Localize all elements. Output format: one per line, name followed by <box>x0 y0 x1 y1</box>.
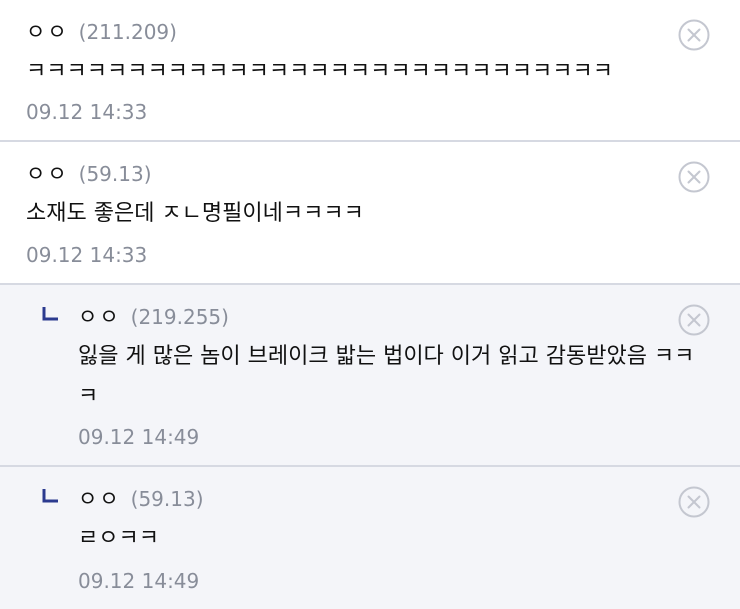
comment-text: 잃을 게 많은 놈이 브레이크 밟는 법이다 이거 읽고 감동받았음 ㅋㅋㅋ <box>78 344 695 409</box>
comment-text: ㄹㅇㅋㅋ <box>78 526 159 551</box>
comment-nickname[interactable]: ㅇㅇ <box>78 483 121 513</box>
comment-header: ㅇㅇ (59.13) <box>78 483 204 513</box>
comment-header: ㅇㅇ (211.209) <box>26 16 177 46</box>
reply-item: ㅇㅇ (59.13) ㄹㅇㅋㅋ 09.12 14:49 <box>0 467 740 609</box>
comment-list: ㅇㅇ (211.209) ㅋㅋㅋㅋㅋㅋㅋㅋㅋㅋㅋㅋㅋㅋㅋㅋㅋㅋㅋㅋㅋㅋㅋㅋㅋㅋㅋ… <box>0 0 740 609</box>
comment-date: 09.12 14:33 <box>26 100 148 124</box>
comment-header: ㅇㅇ (59.13) <box>26 158 152 188</box>
close-circle-icon[interactable] <box>678 161 710 193</box>
comment-text: 소재도 좋은데 ㅈㄴ명필이네ㅋㅋㅋㅋ <box>26 201 364 226</box>
reply-arrow-icon <box>42 307 58 321</box>
comment-ip: (59.13) <box>130 487 204 511</box>
comment-nickname[interactable]: ㅇㅇ <box>78 301 121 331</box>
comment-ip: (211.209) <box>78 20 177 44</box>
comment-text: ㅋㅋㅋㅋㅋㅋㅋㅋㅋㅋㅋㅋㅋㅋㅋㅋㅋㅋㅋㅋㅋㅋㅋㅋㅋㅋㅋㅋㅋ <box>26 59 613 84</box>
comment-item: ㅇㅇ (59.13) 소재도 좋은데 ㅈㄴ명필이네ㅋㅋㅋㅋ 09.12 14:3… <box>0 142 740 285</box>
comment-item: ㅇㅇ (211.209) ㅋㅋㅋㅋㅋㅋㅋㅋㅋㅋㅋㅋㅋㅋㅋㅋㅋㅋㅋㅋㅋㅋㅋㅋㅋㅋㅋ… <box>0 0 740 142</box>
comment-ip: (59.13) <box>78 162 152 186</box>
comment-date: 09.12 14:49 <box>78 569 200 593</box>
close-circle-icon[interactable] <box>678 19 710 51</box>
comment-nickname[interactable]: ㅇㅇ <box>26 16 69 46</box>
comment-ip: (219.255) <box>130 305 229 329</box>
comment-nickname[interactable]: ㅇㅇ <box>26 158 69 188</box>
close-circle-icon[interactable] <box>678 304 710 336</box>
comment-date: 09.12 14:33 <box>26 243 148 267</box>
reply-item: ㅇㅇ (219.255) 잃을 게 많은 놈이 브레이크 밟는 법이다 이거 읽… <box>0 285 740 467</box>
reply-arrow-icon <box>42 489 58 503</box>
comment-header: ㅇㅇ (219.255) <box>78 301 229 331</box>
comment-date: 09.12 14:49 <box>78 425 200 449</box>
close-circle-icon[interactable] <box>678 486 710 518</box>
